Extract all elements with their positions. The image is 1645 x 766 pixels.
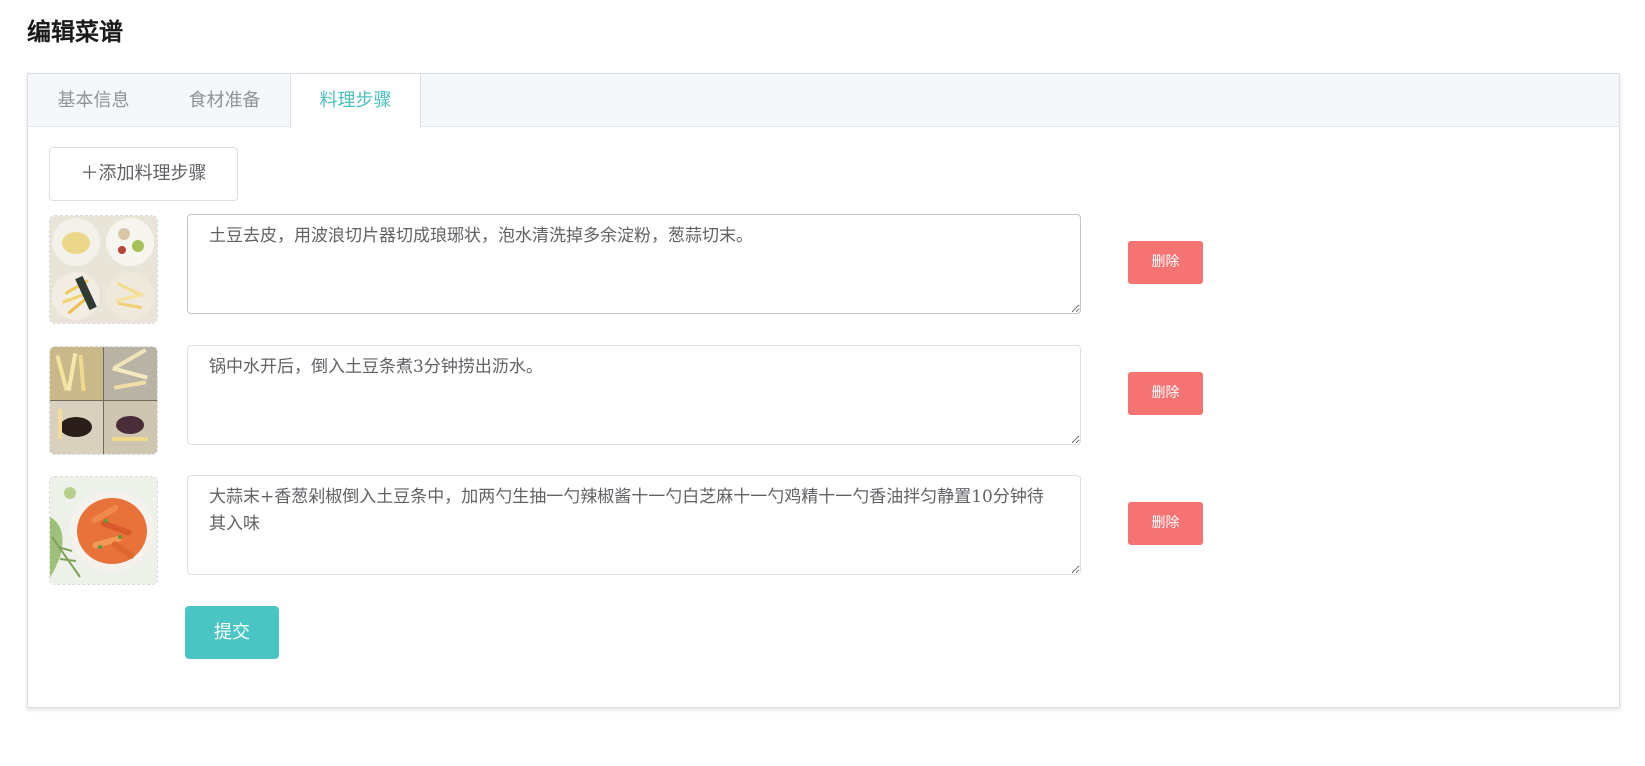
delete-step-button[interactable]: 删除 bbox=[1128, 241, 1203, 284]
tab-cooking-steps[interactable]: 料理步骤 bbox=[290, 74, 421, 128]
add-step-button[interactable]: ＋添加料理步骤 bbox=[49, 147, 238, 201]
step-row: 土豆去皮，用波浪切片器切成琅琊状，泡水清洗掉多余淀粉，葱蒜切末。 删除 bbox=[49, 214, 1249, 324]
delete-step-button[interactable]: 删除 bbox=[1128, 372, 1203, 415]
delete-step-button[interactable]: 删除 bbox=[1128, 502, 1203, 545]
tabs-header: 基本信息 食材准备 料理步骤 bbox=[28, 74, 1619, 128]
step-row: 锅中水开后，倒入土豆条煮3分钟捞出沥水。 删除 bbox=[49, 345, 1249, 455]
boiled-potato-photo bbox=[50, 347, 157, 454]
step-row: 大蒜末+香葱剁椒倒入土豆条中，加两勺生抽一勺辣椒酱十一勺白芝麻十一勺鸡精十一勺香… bbox=[49, 475, 1249, 585]
step-description-input[interactable]: 锅中水开后，倒入土豆条煮3分钟捞出沥水。 bbox=[187, 345, 1081, 445]
tab-basic-info[interactable]: 基本信息 bbox=[28, 74, 159, 127]
step-image-upload[interactable] bbox=[49, 346, 158, 455]
recipe-edit-card: 基本信息 食材准备 料理步骤 ＋添加料理步骤 土豆去皮，用波浪切片器切成琅琊状，… bbox=[27, 73, 1620, 708]
submit-button[interactable]: 提交 bbox=[185, 606, 279, 659]
potato-prep-photo bbox=[50, 216, 157, 323]
step-description-input[interactable]: 土豆去皮，用波浪切片器切成琅琊状，泡水清洗掉多余淀粉，葱蒜切末。 bbox=[187, 214, 1081, 314]
tab-ingredients[interactable]: 食材准备 bbox=[159, 74, 290, 127]
step-image-upload[interactable] bbox=[49, 215, 158, 324]
finished-dish-photo bbox=[50, 477, 157, 584]
step-description-input[interactable]: 大蒜末+香葱剁椒倒入土豆条中，加两勺生抽一勺辣椒酱十一勺白芝麻十一勺鸡精十一勺香… bbox=[187, 475, 1081, 575]
step-image-upload[interactable] bbox=[49, 476, 158, 585]
page-title: 编辑菜谱 bbox=[27, 18, 123, 46]
